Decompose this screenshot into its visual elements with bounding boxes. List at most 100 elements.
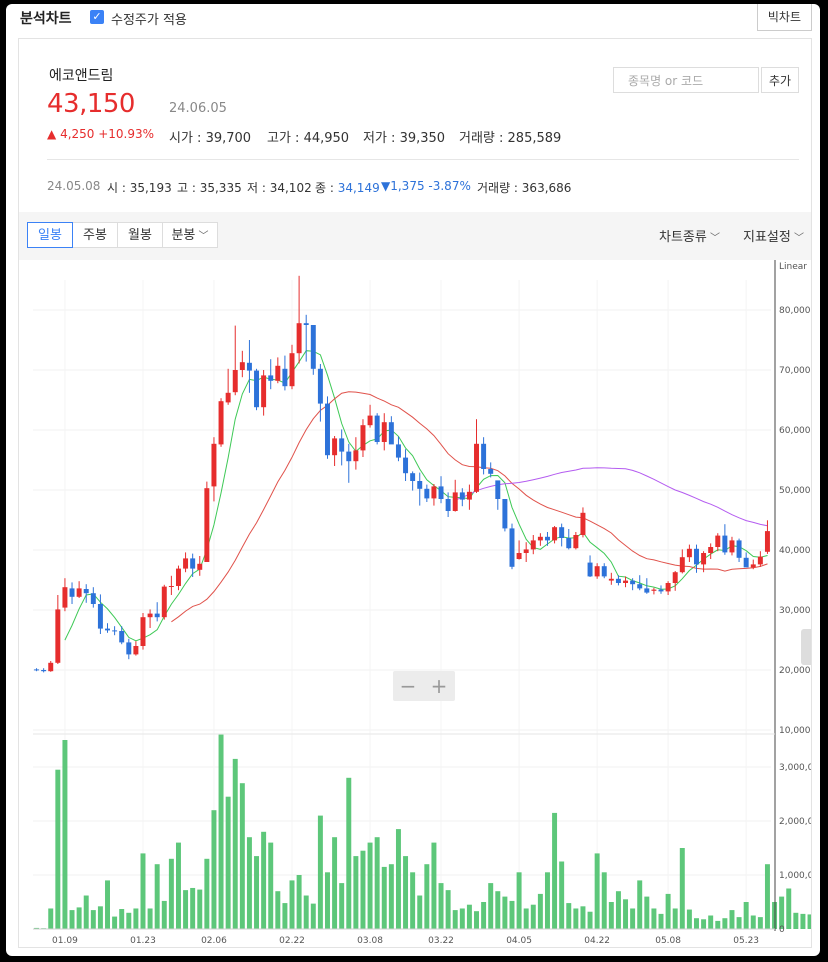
chevron-down-icon: ﹀ (790, 233, 805, 244)
candle-body (332, 438, 338, 456)
chart-window: 분석차트 ✓ 수정주가 적용 빅차트 에코앤드림 43,150 24.06.05… (6, 4, 820, 956)
candle-body (459, 492, 465, 500)
volume-bar (126, 912, 132, 929)
volume-bar (97, 906, 103, 929)
candlestick-chart[interactable]: 80,000 70,000 60,000 50,000 40,000 30,000 20,0… (19, 260, 811, 947)
volume-bar (360, 850, 366, 929)
candle-body (637, 584, 643, 589)
volume-bar (708, 915, 714, 929)
volume-bar (261, 831, 267, 929)
chevron-down-icon: ﹀ (195, 231, 209, 242)
tab-monthly[interactable]: 월봉 (117, 222, 163, 248)
price-change-value: 4,250 +10.93% (60, 127, 155, 141)
volume-bar (786, 888, 792, 929)
high-label: 고가 : (267, 131, 304, 146)
prev-volume-label: 거래량 : (477, 181, 522, 195)
candle-body (211, 443, 217, 487)
candle-body (339, 438, 345, 452)
zoom-out-icon[interactable]: − (393, 674, 423, 698)
prev-change: ▼1,375 -3.87% (381, 179, 471, 193)
candle-body (410, 473, 416, 481)
stock-name: 에코앤드림 (49, 68, 114, 84)
candle-body (381, 422, 387, 442)
volume-bar (743, 902, 749, 929)
volume-tick-label: 0 (779, 925, 785, 935)
scroll-handle[interactable] (801, 629, 811, 665)
tab-minute[interactable]: 분봉 ﹀ (162, 222, 218, 248)
volume-bar (105, 880, 110, 929)
volume-bar (332, 837, 338, 929)
candle-body (105, 628, 110, 631)
candle-body (651, 589, 657, 591)
volume-bar (807, 914, 811, 929)
low-value: 39,350 (399, 131, 446, 146)
x-tick-label: 01.09 (52, 936, 78, 946)
candle-body (374, 415, 380, 442)
volume-bar (239, 783, 245, 929)
candle-body (34, 669, 40, 671)
volume-bar (346, 777, 352, 929)
candles (34, 275, 770, 673)
volume-bar (339, 883, 345, 929)
chart-type-menu[interactable]: 차트종류 ﹀ (659, 226, 720, 245)
chevron-down-icon: ﹀ (706, 233, 721, 244)
candle-body (665, 583, 671, 592)
volume-bar (544, 872, 550, 929)
candle-body (679, 557, 685, 573)
volume-bar (395, 829, 401, 929)
candle-body (154, 613, 160, 618)
volume-bar (147, 908, 153, 929)
top-bar: 분석차트 ✓ 수정주가 적용 빅차트 (6, 4, 820, 34)
volume-bar (679, 848, 685, 929)
volume-bar (686, 909, 692, 929)
adjusted-price-checkbox[interactable]: ✓ (90, 10, 104, 24)
candle-body (254, 370, 260, 408)
volume-bar (630, 908, 636, 929)
low-stat: 저가 : 39,350 (363, 127, 445, 146)
candle-body (119, 631, 125, 643)
tab-weekly[interactable]: 주봉 (72, 222, 118, 248)
volume-bar (140, 853, 146, 929)
volume-bar (750, 915, 756, 929)
volume-bar (722, 918, 728, 929)
candle-body (481, 443, 487, 469)
stock-search-input[interactable]: 종목명 or 코드 (613, 67, 759, 93)
candle-body (694, 548, 699, 565)
volume-bar (537, 893, 543, 929)
bigchart-button[interactable]: 빅차트 (756, 4, 812, 31)
tab-daily[interactable]: 일봉 (27, 222, 73, 248)
volume-bar (651, 908, 657, 929)
volume-bar (154, 864, 160, 929)
candle-body (757, 556, 763, 565)
prev-low: 저 : 34,102 (247, 179, 312, 196)
volume-value: 285,589 (507, 131, 562, 146)
candle-body (452, 492, 458, 511)
candle-body (232, 370, 238, 393)
indicator-menu[interactable]: 지표설정 ﹀ (743, 226, 804, 245)
candle-body (83, 589, 89, 594)
ma5-line (64, 350, 768, 642)
volume-bar (317, 815, 323, 929)
volume-bar (793, 912, 799, 929)
candle-body (168, 586, 174, 587)
zoom-in-icon[interactable]: + (424, 674, 454, 698)
adjusted-price-label[interactable]: 수정주가 적용 (111, 9, 187, 28)
add-stock-button[interactable]: 추가 (761, 67, 799, 93)
candle-body (353, 450, 359, 462)
candle-body (623, 580, 629, 583)
volume-bar (381, 866, 387, 929)
volume-bar (452, 910, 458, 929)
volume-bar (530, 904, 536, 929)
price-tick-label: 70,000 (779, 366, 811, 376)
chart-toolbar: 일봉 주봉 월봉 분봉 ﹀ 차트종류 ﹀ 지표설정 ﹀ (19, 212, 811, 260)
prev-volume-value: 363,686 (521, 181, 572, 195)
candle-body (502, 499, 508, 529)
candle-body (76, 588, 82, 597)
candle-body (395, 444, 401, 458)
volume-bar (587, 911, 593, 929)
volume-bar (367, 842, 373, 929)
candle-body (431, 486, 437, 499)
volume-label: 거래량 : (459, 131, 508, 146)
candle-body (672, 572, 678, 583)
volume-tick-label: 2,000,000 (779, 817, 811, 827)
